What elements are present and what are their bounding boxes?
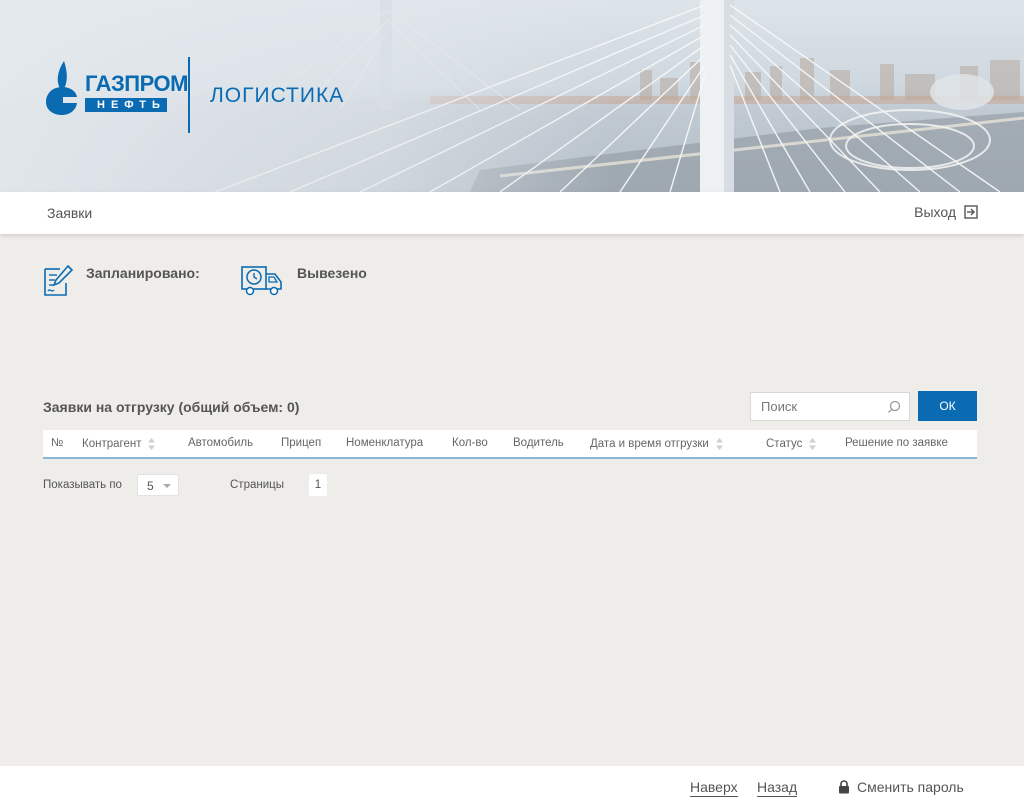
gazprom-neft-logo[interactable]: ГАЗПРОМ НЕФТЬ [42, 57, 188, 117]
column-number[interactable]: № [51, 437, 63, 449]
app-name: ЛОГИСТИКА [210, 84, 345, 107]
search-input[interactable] [751, 393, 881, 420]
lock-icon [839, 780, 849, 794]
logout-icon [964, 205, 978, 219]
page-size-select[interactable]: 5 [137, 474, 179, 496]
nav-requests-link[interactable]: Заявки [47, 205, 92, 221]
column-trailer[interactable]: Прицеп [281, 437, 321, 449]
column-nomenclature[interactable]: Номенклатура [346, 437, 423, 449]
pages-label: Страницы [230, 479, 284, 491]
logo-text-neft: НЕФТЬ [85, 97, 167, 112]
delivery-truck-clock-icon [241, 266, 282, 296]
header-banner: ГАЗПРОМ НЕФТЬ ЛОГИСТИКА [0, 0, 1024, 192]
column-quantity[interactable]: Кол-во [452, 437, 488, 449]
section-title: Заявки на отгрузку (общий объем: 0) [43, 399, 300, 415]
column-status[interactable]: Статус [766, 437, 817, 451]
logo-text-gazprom: ГАЗПРОМ [85, 70, 188, 96]
table-header: № Контрагент Автомобиль Прицеп Номенклат… [43, 430, 977, 459]
logo-divider [188, 57, 190, 133]
change-password-link[interactable]: Сменить пароль [838, 779, 964, 795]
search-field[interactable] [750, 392, 910, 421]
column-shipment-datetime[interactable]: Дата и время отгрузки [590, 437, 724, 451]
sort-icon[interactable] [147, 437, 156, 451]
column-counterparty[interactable]: Контрагент [82, 437, 156, 451]
page-size-label: Показывать по [43, 479, 122, 491]
column-vehicle[interactable]: Автомобиль [188, 437, 253, 449]
search-ok-button[interactable]: ОК [918, 391, 977, 421]
footer-top-link[interactable]: Наверх [690, 779, 738, 797]
stat-planned: Запланировано: [42, 263, 200, 297]
page-button-1[interactable]: 1 [309, 474, 327, 496]
column-decision[interactable]: Решение по заявке [845, 437, 948, 449]
column-driver[interactable]: Водитель [513, 437, 564, 449]
chevron-down-icon [163, 484, 171, 488]
stat-shipped-label: Вывезено [297, 265, 367, 281]
footer: Наверх Назад Сменить пароль [0, 766, 1024, 807]
logout-button[interactable]: Выход [914, 204, 978, 220]
page-size-value: 5 [147, 479, 154, 493]
top-navigation: Заявки Выход [0, 192, 1024, 234]
logout-label: Выход [914, 204, 956, 220]
search-icon [888, 400, 901, 413]
change-password-label: Сменить пароль [857, 779, 964, 795]
sort-icon[interactable] [715, 437, 724, 451]
footer-back-link[interactable]: Назад [757, 779, 798, 797]
contract-pen-icon [44, 264, 74, 296]
sort-icon[interactable] [808, 437, 817, 451]
stat-shipped: Вывезено [241, 263, 367, 297]
stat-planned-label: Запланировано: [86, 265, 200, 281]
gazprom-flame-icon [46, 61, 77, 115]
